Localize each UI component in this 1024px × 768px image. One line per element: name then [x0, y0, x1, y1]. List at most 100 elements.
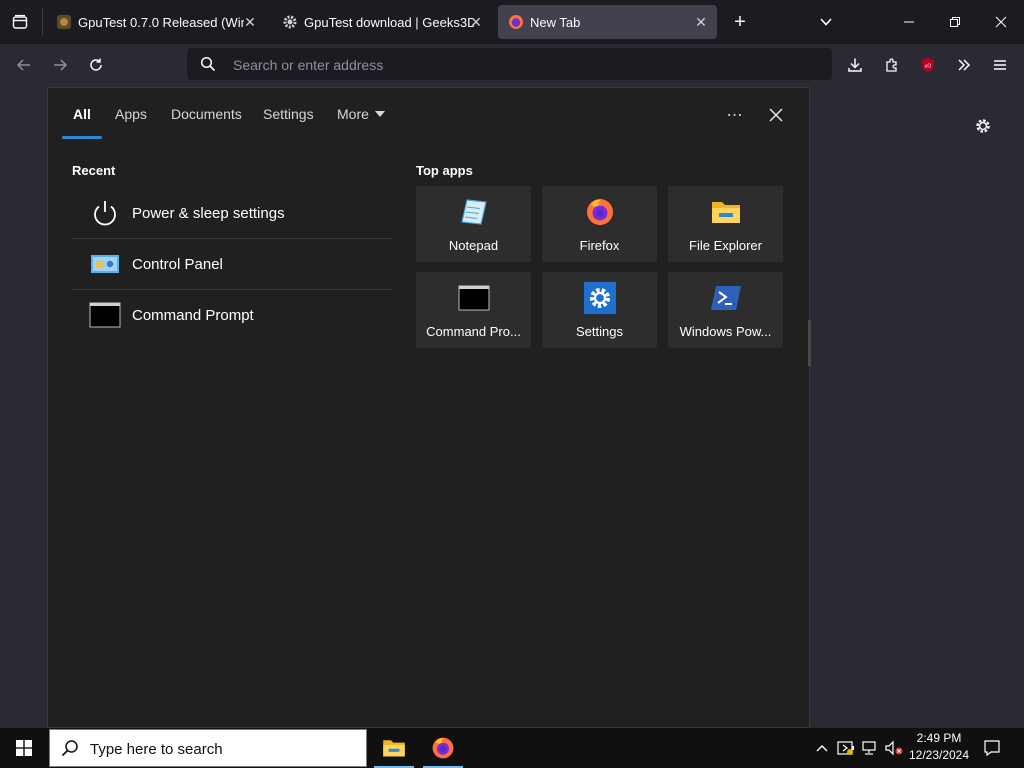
restore-icon: [950, 17, 960, 27]
tab-more[interactable]: More: [337, 106, 385, 122]
app-tile-label: File Explorer: [689, 238, 762, 253]
firefox-favicon: [508, 14, 524, 30]
firefox-view-icon: [12, 14, 28, 29]
firefox-view-button[interactable]: [6, 8, 34, 36]
notification-icon: [984, 740, 1000, 757]
restore-button[interactable]: [932, 0, 978, 44]
tab-gputest-download[interactable]: GpuTest download | Geeks3D ✕: [272, 5, 492, 39]
close-icon: [995, 16, 1007, 28]
control-panel-icon: [88, 247, 122, 281]
puzzle-icon: [886, 58, 897, 72]
address-input[interactable]: [231, 48, 815, 82]
app-tile-firefox[interactable]: Firefox: [542, 186, 657, 262]
tab-apps[interactable]: Apps: [115, 106, 147, 122]
app-tile-label: Notepad: [448, 238, 499, 253]
taskbar-search-box[interactable]: [49, 729, 367, 767]
ublock-origin-button[interactable]: uO: [913, 50, 943, 80]
tab-close-icon[interactable]: ✕: [468, 14, 484, 30]
start-button[interactable]: [0, 728, 48, 768]
hamburger-menu-icon: [994, 60, 1006, 70]
network-button[interactable]: [860, 738, 880, 758]
chevron-up-icon: [816, 745, 828, 752]
search-icon: [61, 740, 78, 757]
close-window-button[interactable]: [978, 0, 1024, 44]
power-icon: [88, 196, 122, 230]
taskbar-clock[interactable]: 2:49 PM 12/23/2024: [906, 730, 972, 766]
volume-button[interactable]: [884, 738, 904, 758]
settings-icon: [583, 282, 616, 314]
tab-new-tab[interactable]: New Tab ✕: [498, 5, 717, 39]
address-bar[interactable]: [187, 48, 832, 82]
show-hidden-icons-button[interactable]: [812, 738, 832, 758]
powershell-icon: [710, 282, 742, 314]
gear-icon: [976, 119, 990, 133]
app-tile-label: Windows Pow...: [679, 324, 772, 339]
volume-muted-icon: [885, 740, 903, 756]
reload-button[interactable]: [81, 50, 111, 80]
app-tile-command-prompt[interactable]: Command Pro...: [416, 272, 531, 348]
command-prompt-icon: [458, 282, 490, 314]
tab-more-label: More: [337, 106, 369, 122]
tab-close-icon[interactable]: ✕: [693, 14, 709, 30]
file-explorer-icon: [710, 196, 742, 228]
reload-icon: [90, 58, 102, 71]
svg-text:uO: uO: [925, 64, 932, 70]
windows-logo-icon: [16, 740, 32, 756]
app-tile-label: Settings: [576, 324, 623, 339]
recent-section-title: Recent: [72, 163, 116, 178]
network-icon: [862, 741, 876, 755]
recent-item-label: Control Panel: [132, 255, 223, 273]
minimize-button[interactable]: [886, 0, 932, 44]
caret-down-icon: [374, 111, 385, 117]
taskbar-file-explorer[interactable]: [372, 728, 416, 768]
clock-date: 12/23/2024: [908, 748, 970, 762]
page-scrollbar[interactable]: [808, 320, 811, 366]
tab-close-icon[interactable]: ✕: [242, 14, 258, 30]
ublock-origin-icon: uO: [922, 58, 934, 72]
double-chevron-right-icon: [958, 59, 971, 71]
browser-tab-strip: GpuTest 0.7.0 Released (Win / Li ✕ GpuTe…: [0, 0, 1024, 44]
app-menu-button[interactable]: [985, 50, 1015, 80]
taskbar-search-input[interactable]: [88, 738, 352, 760]
recent-item-power-sleep[interactable]: Power & sleep settings: [72, 188, 392, 238]
minimize-icon: [904, 21, 914, 23]
options-button[interactable]: ⋯: [720, 102, 750, 128]
file-explorer-icon: [383, 740, 405, 757]
downloads-button[interactable]: [840, 50, 870, 80]
app-tile-file-explorer[interactable]: File Explorer: [668, 186, 783, 262]
recent-item-command-prompt[interactable]: Command Prompt: [72, 290, 392, 340]
close-flyout-button[interactable]: [762, 102, 790, 128]
plus-icon: +: [734, 10, 746, 33]
recent-item-control-panel[interactable]: Control Panel: [72, 239, 392, 289]
new-tab-button[interactable]: +: [728, 8, 752, 36]
page-settings-button[interactable]: [970, 113, 996, 139]
clock-time: 2:49 PM: [916, 731, 962, 745]
ellipsis-icon: ⋯: [726, 107, 744, 124]
forward-button[interactable]: [45, 50, 75, 80]
tab-title: New Tab: [530, 14, 581, 30]
battery-warning-icon: [837, 741, 854, 755]
back-button[interactable]: [9, 50, 39, 80]
tab-settings[interactable]: Settings: [263, 106, 314, 122]
active-tab-indicator: [62, 136, 102, 139]
top-apps-section-title: Top apps: [416, 163, 473, 178]
app-tile-settings[interactable]: Settings: [542, 272, 657, 348]
more-tools-button[interactable]: [949, 50, 979, 80]
app-tile-notepad[interactable]: Notepad: [416, 186, 531, 262]
taskbar-firefox[interactable]: [421, 728, 465, 768]
tray-app-icon[interactable]: [836, 738, 856, 758]
tab-gputest-release[interactable]: GpuTest 0.7.0 Released (Win / Li ✕: [46, 5, 266, 39]
gputest-favicon: [56, 14, 72, 30]
app-tile-label: Command Pro...: [426, 324, 521, 339]
tab-documents[interactable]: Documents: [171, 106, 242, 122]
list-all-tabs-button[interactable]: [812, 8, 840, 36]
recent-item-label: Command Prompt: [132, 306, 254, 324]
extensions-button[interactable]: [877, 50, 907, 80]
app-tile-label: Firefox: [579, 238, 620, 253]
tab-title: GpuTest download | Geeks3D: [304, 14, 474, 30]
windows-search-flyout: All Apps Documents Settings More ⋯ Recen…: [47, 87, 810, 728]
app-tile-windows-powershell[interactable]: Windows Pow...: [668, 272, 783, 348]
tab-all[interactable]: All: [73, 106, 91, 122]
gear-favicon: [282, 14, 298, 30]
action-center-button[interactable]: [982, 738, 1002, 758]
